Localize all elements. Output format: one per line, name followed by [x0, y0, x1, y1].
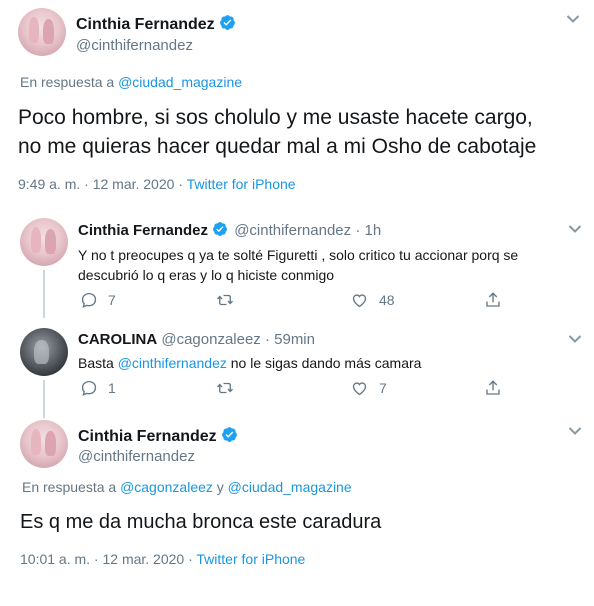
like-count: 48: [379, 292, 395, 308]
chevron-down-icon[interactable]: [568, 426, 582, 436]
reply-context: En respuesta a @cagonzaleez y @ciudad_ma…: [22, 479, 352, 495]
tweet-source[interactable]: Twitter for iPhone: [196, 551, 305, 567]
reply-button[interactable]: 7: [80, 291, 116, 309]
display-name[interactable]: Cinthia Fernandez: [76, 14, 236, 34]
mention-link[interactable]: @ciudad_magazine: [118, 74, 242, 90]
verified-badge-icon: [219, 15, 235, 30]
reply-text: Y no t preocupes q ya te solté Figuretti…: [78, 247, 519, 283]
like-button[interactable]: 7: [350, 379, 387, 397]
tweet-source[interactable]: Twitter for iPhone: [187, 176, 296, 192]
mention-link[interactable]: @cinthifernandez: [118, 355, 227, 371]
avatar[interactable]: [18, 8, 66, 56]
share-icon: [486, 292, 500, 307]
heart-icon: [352, 294, 367, 308]
share-icon: [486, 380, 500, 395]
mention-link[interactable]: @ciudad_magazine: [228, 479, 352, 495]
tweet-meta: 10:01 a. m. · 12 mar. 2020 · Twitter for…: [20, 551, 305, 567]
tweet-text: Poco hombre, si sos cholulo y me usaste …: [18, 106, 537, 158]
mention-link[interactable]: @cagonzaleez: [120, 479, 213, 495]
chevron-down-icon[interactable]: [568, 334, 582, 344]
verified-badge-icon: [221, 427, 237, 442]
retweet-icon: [217, 382, 233, 394]
chevron-down-icon[interactable]: [566, 14, 580, 24]
display-name[interactable]: Cinthia Fernandez: [78, 426, 238, 446]
reply-icon: [81, 292, 97, 308]
reply-context: En respuesta a @ciudad_magazine: [20, 74, 243, 90]
avatar[interactable]: [20, 328, 68, 376]
like-count: 7: [379, 380, 387, 396]
verified-badge-icon: [213, 222, 228, 236]
tweet-timestamp[interactable]: 10:01 a. m. · 12 mar. 2020 ·: [20, 551, 193, 567]
chevron-down-icon[interactable]: [568, 224, 582, 234]
share-button[interactable]: [484, 379, 512, 397]
reply-text: Basta @cinthifernandez no le sigas dando…: [78, 355, 422, 371]
user-handle[interactable]: @cinthifernandez: [76, 37, 193, 54]
thread-line: [43, 270, 45, 318]
user-handle[interactable]: @cinthifernandez · 1h: [234, 222, 381, 239]
tweet-timestamp[interactable]: 9:49 a. m. · 12 mar. 2020 ·: [18, 176, 183, 192]
user-handle[interactable]: @cagonzaleez · 59min: [161, 331, 315, 348]
reply-count: 1: [108, 380, 116, 396]
reply-header: CAROLINA @cagonzaleez · 59min: [78, 331, 315, 348]
retweet-icon: [217, 294, 233, 306]
retweet-button[interactable]: [215, 379, 245, 397]
reply-count: 7: [108, 292, 116, 308]
display-name[interactable]: CAROLINA: [78, 331, 157, 348]
display-name[interactable]: Cinthia Fernandez: [78, 222, 208, 239]
like-button[interactable]: 48: [350, 291, 395, 309]
retweet-button[interactable]: [215, 291, 245, 309]
avatar[interactable]: [20, 420, 68, 468]
heart-icon: [352, 382, 367, 396]
tweet-text: Es q me da mucha bronca este caradura: [20, 511, 382, 533]
reply-header: Cinthia Fernandez @cinthifernandez · 1h: [78, 221, 381, 239]
thread-line: [43, 380, 45, 418]
reply-button[interactable]: 1: [80, 379, 116, 397]
avatar[interactable]: [20, 218, 68, 266]
reply-icon: [81, 380, 97, 396]
share-button[interactable]: [484, 291, 512, 309]
user-handle[interactable]: @cinthifernandez: [78, 448, 195, 465]
tweet-meta: 9:49 a. m. · 12 mar. 2020 · Twitter for …: [18, 176, 296, 192]
